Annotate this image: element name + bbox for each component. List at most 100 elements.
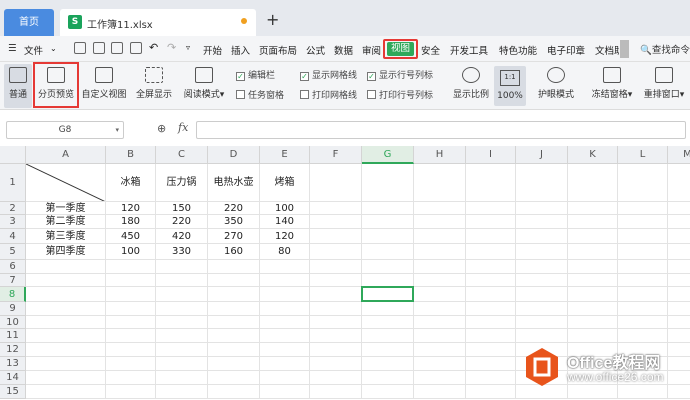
cell-f13[interactable] [310, 357, 362, 371]
reading-mode-button[interactable]: 阅读模式▾ [179, 64, 229, 108]
cell-j9[interactable] [516, 302, 568, 316]
cell-j3[interactable] [516, 215, 568, 229]
cell-f9[interactable] [310, 302, 362, 316]
cell-l9[interactable] [618, 302, 668, 316]
cell-h8[interactable] [414, 287, 466, 302]
cell-a9[interactable] [26, 302, 106, 316]
cell-g12[interactable] [362, 343, 414, 357]
undo-icon[interactable]: ↶ [149, 41, 158, 54]
row-header-2[interactable]: 2 [0, 202, 26, 215]
cell-b14[interactable] [106, 371, 156, 385]
cell-k1[interactable] [568, 164, 618, 202]
cell-g13[interactable] [362, 357, 414, 371]
cell-j2[interactable] [516, 202, 568, 215]
cell-j7[interactable] [516, 274, 568, 287]
print-preview-icon[interactable] [130, 42, 142, 54]
menu-data[interactable]: 数据 [334, 43, 353, 57]
print-icon[interactable] [111, 42, 123, 54]
cell-c1[interactable]: 压力锅 [156, 164, 208, 202]
cell-c12[interactable] [156, 343, 208, 357]
cell-m6[interactable] [668, 260, 690, 274]
cell-k8[interactable] [568, 287, 618, 302]
cell-c5[interactable]: 330 [156, 244, 208, 260]
workbook-tab[interactable]: S 工作簿11.xlsx [60, 9, 256, 36]
cell-e13[interactable] [260, 357, 310, 371]
cell-b7[interactable] [106, 274, 156, 287]
menu-file[interactable]: 文件 [24, 43, 43, 57]
cell-c3[interactable]: 220 [156, 215, 208, 229]
cell-l3[interactable] [618, 215, 668, 229]
cell-i3[interactable] [466, 215, 516, 229]
cell-i1[interactable] [466, 164, 516, 202]
cell-e14[interactable] [260, 371, 310, 385]
cell-l6[interactable] [618, 260, 668, 274]
cell-e3[interactable]: 140 [260, 215, 310, 229]
cell-a10[interactable] [26, 316, 106, 329]
cell-e1[interactable]: 烤箱 [260, 164, 310, 202]
cell-c13[interactable] [156, 357, 208, 371]
checkbox-print-headings-box[interactable] [367, 90, 376, 99]
cell-i14[interactable] [466, 371, 516, 385]
cell-f15[interactable] [310, 385, 362, 399]
cell-c8[interactable] [156, 287, 208, 302]
active-cell-selection[interactable] [361, 286, 414, 302]
cell-h4[interactable] [414, 229, 466, 244]
cell-d10[interactable] [208, 316, 260, 329]
cell-k4[interactable] [568, 229, 618, 244]
cell-a7[interactable] [26, 274, 106, 287]
cell-l5[interactable] [618, 244, 668, 260]
cell-b3[interactable]: 180 [106, 215, 156, 229]
cell-d9[interactable] [208, 302, 260, 316]
cell-a3[interactable]: 第二季度 [26, 215, 106, 229]
cell-e11[interactable] [260, 329, 310, 343]
cell-c10[interactable] [156, 316, 208, 329]
cell-g15[interactable] [362, 385, 414, 399]
cell-h5[interactable] [414, 244, 466, 260]
column-header-m[interactable]: M [668, 146, 690, 164]
cell-k10[interactable] [568, 316, 618, 329]
row-header-9[interactable]: 9 [0, 302, 26, 316]
cell-m2[interactable] [668, 202, 690, 215]
insert-function-icon[interactable]: fx [178, 121, 188, 134]
zoom-ratio-button[interactable]: 显示比例 [450, 64, 492, 108]
cell-e8[interactable] [260, 287, 310, 302]
row-header-7[interactable]: 7 [0, 274, 26, 287]
cell-a1[interactable] [26, 164, 106, 202]
checkbox-print-headings[interactable]: 打印行号列标 [367, 88, 433, 101]
menu-e-seal[interactable]: 电子印章 [547, 43, 585, 57]
cell-g11[interactable] [362, 329, 414, 343]
cell-e12[interactable] [260, 343, 310, 357]
cell-i4[interactable] [466, 229, 516, 244]
cell-g2[interactable] [362, 202, 414, 215]
cell-a5[interactable]: 第四季度 [26, 244, 106, 260]
cell-j4[interactable] [516, 229, 568, 244]
cell-k3[interactable] [568, 215, 618, 229]
rearrange-window-dropdown-icon[interactable]: ▾ [680, 90, 685, 100]
cell-c2[interactable]: 150 [156, 202, 208, 215]
cell-d11[interactable] [208, 329, 260, 343]
cell-g9[interactable] [362, 302, 414, 316]
cell-a8[interactable] [26, 287, 106, 302]
column-header-i[interactable]: I [466, 146, 516, 164]
cell-b1[interactable]: 冰箱 [106, 164, 156, 202]
row-header-6[interactable]: 6 [0, 260, 26, 274]
cell-b2[interactable]: 120 [106, 202, 156, 215]
cell-j10[interactable] [516, 316, 568, 329]
cell-j11[interactable] [516, 329, 568, 343]
cell-f3[interactable] [310, 215, 362, 229]
cell-k11[interactable] [568, 329, 618, 343]
cell-h11[interactable] [414, 329, 466, 343]
cell-b6[interactable] [106, 260, 156, 274]
new-tab-plus-icon[interactable]: + [266, 12, 279, 28]
redo-icon[interactable]: ↷ [167, 41, 176, 54]
checkbox-show-gridlines-box[interactable]: ✓ [300, 72, 309, 81]
checkbox-task-pane-box[interactable] [236, 90, 245, 99]
cell-d13[interactable] [208, 357, 260, 371]
cell-h12[interactable] [414, 343, 466, 357]
cell-a4[interactable]: 第三季度 [26, 229, 106, 244]
cell-e7[interactable] [260, 274, 310, 287]
custom-view-button[interactable]: 自定义视图 [80, 64, 128, 108]
cell-j8[interactable] [516, 287, 568, 302]
cell-h6[interactable] [414, 260, 466, 274]
eye-protection-button[interactable]: 护眼模式 [534, 64, 578, 108]
